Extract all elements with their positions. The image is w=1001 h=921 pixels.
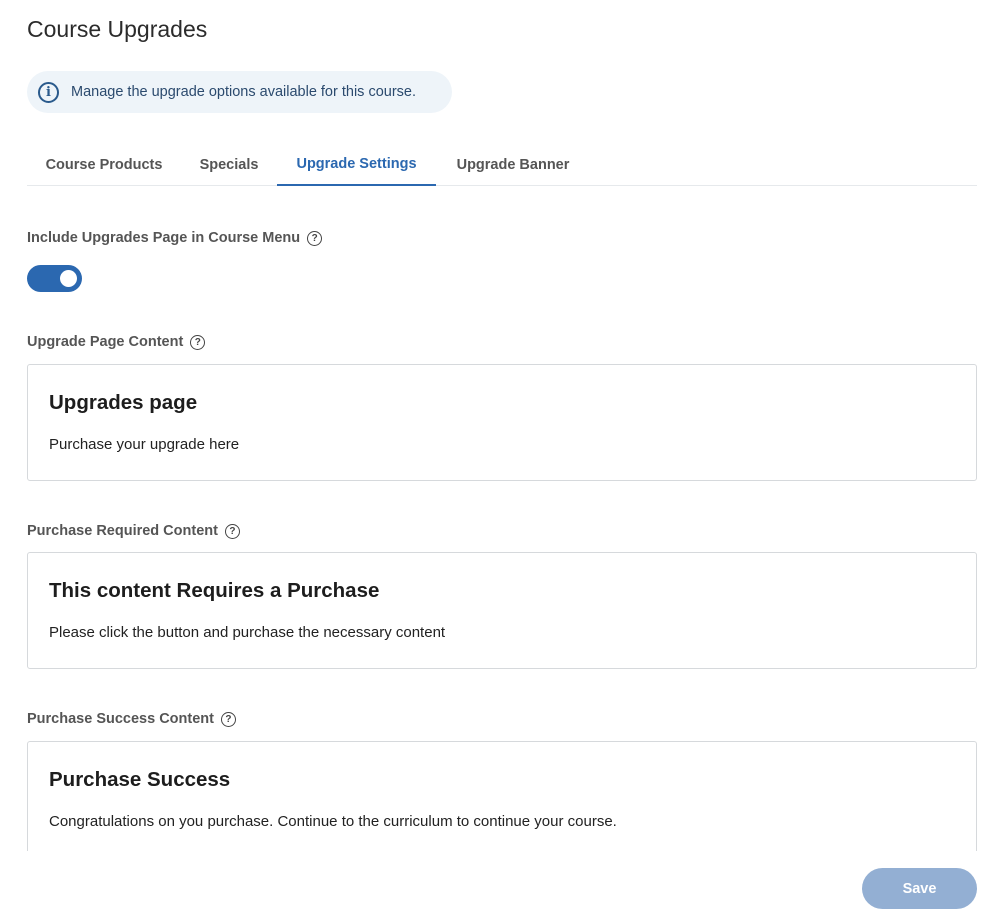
info-banner-text: Manage the upgrade options available for… — [71, 84, 416, 100]
page-title: Course Upgrades — [27, 16, 208, 42]
tab-upgrade-banner[interactable]: Upgrade Banner — [438, 144, 588, 186]
upgrade-page-body: Purchase your upgrade here — [49, 436, 240, 453]
info-banner: i Manage the upgrade options available f… — [27, 71, 452, 113]
upgrade-page-label: Upgrade Page Content ? — [27, 334, 206, 350]
purchase-success-label: Purchase Success Content ? — [27, 711, 236, 727]
purchase-required-heading: This content Requires a Purchase — [49, 579, 380, 602]
include-menu-label-text: Include Upgrades Page in Course Menu — [27, 230, 301, 246]
info-icon: i — [38, 81, 59, 103]
purchase-success-heading: Purchase Success — [49, 768, 231, 791]
upgrade-page-heading: Upgrades page — [49, 391, 198, 414]
purchase-required-editor[interactable]: This content Requires a Purchase Please … — [27, 552, 977, 669]
purchase-required-label: Purchase Required Content ? — [27, 523, 240, 539]
help-icon[interactable]: ? — [190, 334, 206, 350]
include-menu-label: Include Upgrades Page in Course Menu ? — [27, 230, 323, 246]
include-menu-toggle[interactable] — [27, 265, 82, 292]
purchase-success-label-text: Purchase Success Content — [27, 711, 214, 727]
upgrade-page-label-text: Upgrade Page Content — [27, 334, 184, 350]
save-button[interactable]: Save — [862, 868, 977, 909]
tab-upgrade-settings[interactable]: Upgrade Settings — [277, 144, 436, 186]
upgrade-page-editor[interactable]: Upgrades page Purchase your upgrade here — [27, 364, 977, 481]
toggle-knob — [60, 270, 77, 287]
purchase-success-body: Congratulations on you purchase. Continu… — [49, 813, 617, 830]
purchase-success-editor[interactable]: Purchase Success Congratulations on you … — [27, 741, 977, 851]
help-icon[interactable]: ? — [220, 711, 236, 727]
help-icon[interactable]: ? — [307, 230, 323, 246]
tab-bar: Course Products Specials Upgrade Setting… — [27, 144, 977, 186]
purchase-required-label-text: Purchase Required Content — [27, 523, 218, 539]
tab-course-products[interactable]: Course Products — [27, 144, 181, 186]
purchase-required-body: Please click the button and purchase the… — [49, 624, 446, 641]
help-icon[interactable]: ? — [224, 523, 240, 539]
tab-specials[interactable]: Specials — [183, 144, 275, 186]
